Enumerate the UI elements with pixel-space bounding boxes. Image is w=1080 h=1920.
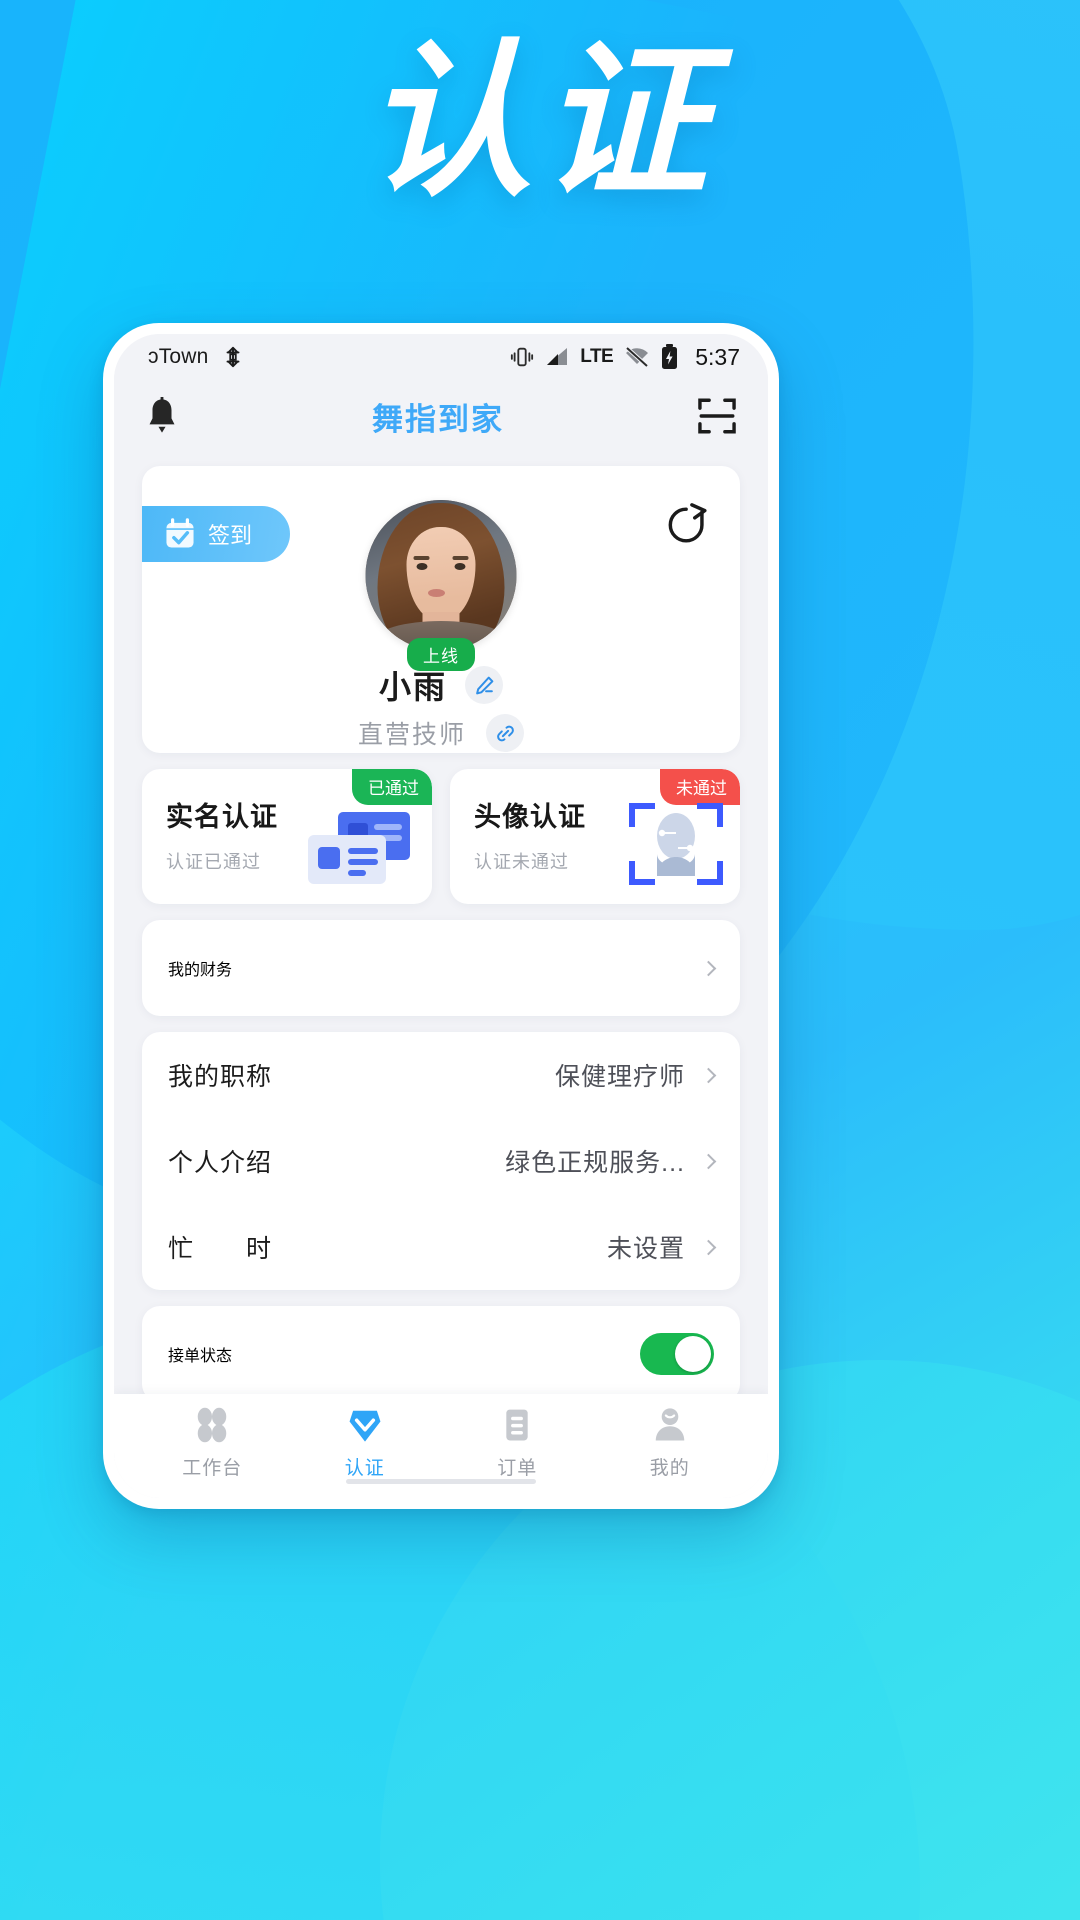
status-bar: ᴐTown LTE 5:37 xyxy=(114,334,768,380)
toggle-knob xyxy=(675,1336,711,1372)
certification-card-avatar[interactable]: 未通过 头像认证 认证未通过 xyxy=(450,769,740,904)
app-title: 舞指到家 xyxy=(372,401,504,437)
lte-label: LTE xyxy=(580,346,614,367)
role-link-button[interactable] xyxy=(486,714,524,752)
link-icon xyxy=(496,725,514,741)
chevron-right-icon xyxy=(700,1153,717,1169)
tab-label-orders: 订单 xyxy=(497,1458,538,1479)
info-row-busy-time[interactable]: 忙 时 未设置 xyxy=(168,1204,717,1290)
signal-icon xyxy=(547,348,568,365)
pencil-icon xyxy=(475,676,493,694)
grid-clover-icon xyxy=(198,1407,227,1443)
certification-card-realname[interactable]: 已通过 实名认证 认证已通过 xyxy=(142,769,432,904)
wifi-direct-icon xyxy=(226,346,239,368)
finance-row[interactable]: 我的财务 xyxy=(142,920,740,1016)
info-label-busy-time: 忙 时 xyxy=(168,1235,273,1263)
status-bar-right: LTE 5:37 xyxy=(510,344,740,371)
checkin-label: 签到 xyxy=(208,523,253,548)
tab-workbench[interactable]: 工作台 xyxy=(136,1406,289,1480)
finance-label: 我的财务 xyxy=(168,962,233,979)
badge-check-icon xyxy=(349,1410,381,1442)
carrier-label: ᴐTown xyxy=(148,345,209,368)
scan-icon[interactable] xyxy=(696,395,738,437)
list-document-icon xyxy=(506,1409,528,1441)
tab-label-mine: 我的 xyxy=(649,1458,690,1479)
bell-icon[interactable] xyxy=(144,397,180,435)
edit-name-button[interactable] xyxy=(465,666,503,704)
content-area: 签到 上线 小雨 直营技师 已通过 实名认证 认证已通过 未通过 头像认证 认证… xyxy=(114,452,768,1394)
status-badge-realname: 已通过 xyxy=(352,769,432,805)
battery-charging-icon xyxy=(662,344,678,369)
tab-mine[interactable]: 我的 xyxy=(594,1406,747,1480)
profile-info-group: 我的职称 保健理疗师 个人介绍 绿色正规服务... 忙 时 未设置 xyxy=(142,1032,740,1290)
person-icon xyxy=(655,1408,684,1441)
wifi-off-icon xyxy=(625,347,649,367)
certification-row: 已通过 实名认证 认证已通过 未通过 头像认证 认证未通过 xyxy=(142,769,740,904)
tab-label-certification: 认证 xyxy=(344,1458,385,1479)
profile-card: 签到 上线 小雨 直营技师 xyxy=(142,466,740,753)
face-scan-icon xyxy=(629,803,723,885)
avatar[interactable] xyxy=(365,500,517,651)
order-status-label: 接单状态 xyxy=(168,1348,233,1365)
status-bar-clock: 5:37 xyxy=(695,343,740,370)
share-icon[interactable] xyxy=(666,502,712,548)
chevron-right-icon xyxy=(700,960,717,976)
chevron-right-icon xyxy=(700,1239,717,1255)
info-row-title[interactable]: 我的职称 保健理疗师 xyxy=(168,1032,717,1118)
info-label-title: 我的职称 xyxy=(168,1063,273,1091)
info-value-intro: 绿色正规服务... xyxy=(505,1149,685,1177)
home-indicator xyxy=(346,1479,536,1484)
user-name-row: 小雨 xyxy=(142,662,740,708)
user-name: 小雨 xyxy=(378,669,447,705)
info-label-intro: 个人介绍 xyxy=(168,1149,273,1177)
order-status-row: 接单状态 xyxy=(142,1306,740,1394)
user-role: 直营技师 xyxy=(357,721,466,749)
tab-orders[interactable]: 订单 xyxy=(441,1406,594,1480)
hero-title-area: 认证 xyxy=(0,38,1080,206)
page-title: 认证 xyxy=(364,24,716,220)
id-card-icon xyxy=(308,812,410,884)
vibrate-icon xyxy=(511,347,534,367)
app-header: 舞指到家 xyxy=(114,380,768,452)
status-bar-left: ᴐTown xyxy=(148,345,244,369)
avatar-image xyxy=(365,500,517,651)
order-status-toggle[interactable] xyxy=(640,1333,714,1375)
checkin-button[interactable]: 签到 xyxy=(142,506,290,562)
calendar-check-icon xyxy=(166,518,194,548)
info-value-title: 保健理疗师 xyxy=(554,1063,685,1091)
info-value-busy-time: 未设置 xyxy=(606,1235,685,1263)
user-role-row: 直营技师 xyxy=(142,714,740,752)
tab-certification[interactable]: 认证 xyxy=(289,1406,442,1480)
tab-label-workbench: 工作台 xyxy=(182,1458,243,1479)
phone-mockup: ᴐTown LTE 5:37 舞指到家 签到 上线 小雨 直营技师 已通过 实名… xyxy=(103,323,779,1509)
phone-screen: ᴐTown LTE 5:37 舞指到家 签到 上线 小雨 直营技师 已通过 实名… xyxy=(114,334,768,1498)
info-row-intro[interactable]: 个人介绍 绿色正规服务... xyxy=(168,1118,717,1204)
chevron-right-icon xyxy=(700,1067,717,1083)
